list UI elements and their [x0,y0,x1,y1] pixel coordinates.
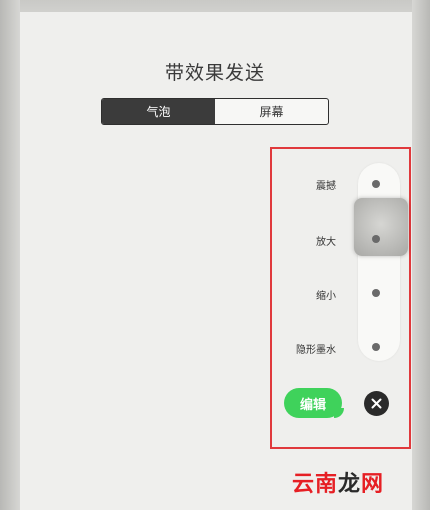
watermark-part3: 网 [361,471,385,497]
watermark-part2: 龙 [338,471,362,497]
effect-label-gentle[interactable]: 缩小 [256,287,336,302]
screen: 带效果发送 气泡 屏幕 震撼 放大 缩小 隐形墨水 编辑 云南龙网 [0,0,430,510]
message-bubble: 编辑 [284,388,342,418]
effect-dot-loud[interactable] [372,235,380,243]
watermark-part1: 云南 [292,471,339,497]
watermark-logo: 云南龙网 [292,466,384,498]
effect-label-loud[interactable]: 放大 [256,233,336,248]
effect-type-segmented-control: 气泡 屏幕 [101,98,329,125]
tab-screen[interactable]: 屏幕 [215,99,328,124]
effect-label-invisible-ink[interactable]: 隐形墨水 [256,341,336,356]
effect-selection-knob[interactable] [354,198,408,256]
close-icon [371,398,382,409]
close-button[interactable] [364,391,389,416]
tab-bubble[interactable]: 气泡 [102,99,215,124]
effect-dot-gentle[interactable] [372,289,380,297]
effect-dot-invisible-ink[interactable] [372,343,380,351]
effect-selector-track[interactable] [358,163,400,361]
sheet-title: 带效果发送 [164,62,265,84]
effect-label-slam[interactable]: 震撼 [256,177,336,192]
effect-dot-slam[interactable] [372,180,380,188]
